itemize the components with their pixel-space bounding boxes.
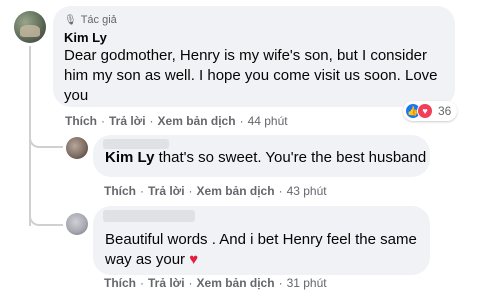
reply-button[interactable]: Trả lời xyxy=(109,114,146,128)
heart-emoji: ♥ xyxy=(189,251,199,268)
avatar[interactable] xyxy=(14,11,46,43)
timestamp[interactable]: 31 phút xyxy=(287,276,327,290)
reply-text: Kim Ly that's so sweet. You're the best … xyxy=(105,148,427,168)
reaction-summary[interactable]: 👍 ♥ 36 xyxy=(403,101,458,121)
author-badge: 🎙 Tác giả xyxy=(64,14,117,26)
comment-actions: Thích · Trả lời · Xem bản dịch · 44 phút xyxy=(65,114,288,128)
translate-button[interactable]: Xem bản dịch xyxy=(197,184,275,198)
like-button[interactable]: Thích xyxy=(65,114,97,128)
reaction-count: 36 xyxy=(438,104,452,118)
reply-button[interactable]: Trả lời xyxy=(148,184,185,198)
timestamp[interactable]: 44 phút xyxy=(248,114,288,128)
reply-text: Beautiful words . And i bet Henry feel t… xyxy=(105,230,425,270)
reply-actions: Thích · Trả lời · Xem bản dịch · 43 phút xyxy=(104,184,327,198)
timestamp[interactable]: 43 phút xyxy=(287,184,327,198)
love-icon: ♥ xyxy=(417,103,433,119)
author-badge-label: Tác giả xyxy=(80,14,117,26)
avatar[interactable] xyxy=(66,213,88,235)
reply-actions: Thích · Trả lời · Xem bản dịch · 31 phút xyxy=(104,276,327,290)
reply-button[interactable]: Trả lời xyxy=(148,276,185,290)
like-button[interactable]: Thích xyxy=(104,276,136,290)
like-button[interactable]: Thích xyxy=(104,184,136,198)
comment-text: Dear godmother, Henry is my wife's son, … xyxy=(64,47,438,104)
translate-button[interactable]: Xem bản dịch xyxy=(158,114,236,128)
mention-link[interactable]: Kim Ly xyxy=(105,149,154,166)
translate-button[interactable]: Xem bản dịch xyxy=(197,276,275,290)
reply-text-body: that's so sweet. You're the best husband xyxy=(154,149,427,166)
microphone-icon: 🎙 xyxy=(64,14,77,26)
thread-connector xyxy=(29,206,63,226)
thread-connector xyxy=(29,134,63,148)
comment-author[interactable]: Kim Ly xyxy=(64,30,107,45)
reply-text-body: Beautiful words . And i bet Henry feel t… xyxy=(105,231,417,268)
avatar[interactable] xyxy=(66,137,88,159)
redacted-name xyxy=(103,210,195,222)
